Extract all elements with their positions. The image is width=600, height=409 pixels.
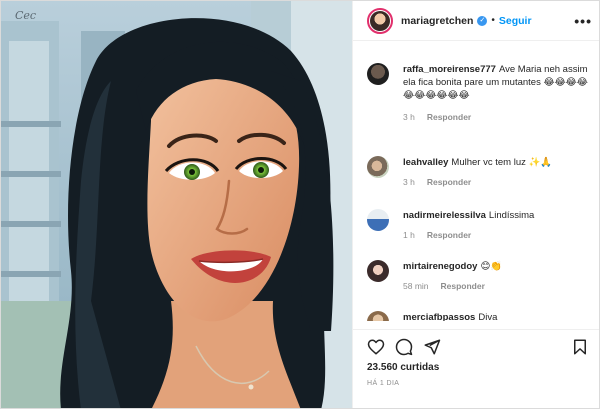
signature-watermark: Cec <box>15 9 36 22</box>
comment-item: mirtairenegodoy 😊👏 58 min Responder <box>367 260 593 291</box>
post-timestamp: HÁ 1 DIA <box>367 380 400 387</box>
comment-text: Mulher vc tem luz ✨🙏 <box>451 157 553 168</box>
comment-item: nadirmeirelessilva Lindíssima 1 h Responde… <box>367 209 593 240</box>
follow-button[interactable]: Seguir <box>499 15 532 27</box>
post-header: mariagretchen ✓ • Seguir ••• <box>353 1 599 41</box>
profile-avatar[interactable] <box>367 7 393 34</box>
comment-time: 58 min <box>403 281 429 291</box>
commenter-avatar[interactable] <box>367 209 389 231</box>
comment-item: merciafbpassos Diva <box>367 311 593 321</box>
comment-time: 3 h <box>403 177 415 187</box>
comment-username[interactable]: mirtairenegodoy <box>403 261 477 272</box>
comment-username[interactable]: merciafbpassos <box>403 312 475 321</box>
comments-panel: mariagretchen ✓ • Seguir ••• raffa_morei… <box>352 1 599 408</box>
portrait-illustration: Cec <box>1 1 352 408</box>
verified-badge-icon: ✓ <box>477 15 488 26</box>
comment-username[interactable]: raffa_moreirense777 <box>403 64 496 75</box>
likes-count[interactable]: 23.560 curtidas <box>367 362 439 373</box>
bookmark-icon[interactable] <box>571 338 589 356</box>
comment-username[interactable]: nadirmeirelessilva <box>403 210 486 221</box>
comment-time: 1 h <box>403 230 415 240</box>
reply-button[interactable]: Responder <box>427 230 471 240</box>
commenter-avatar[interactable] <box>367 156 389 178</box>
comment-item: raffa_moreirense777 Ave Maria neh assim e… <box>367 63 593 122</box>
comment-username[interactable]: leahvalley <box>403 157 448 168</box>
more-options-icon[interactable]: ••• <box>574 13 592 29</box>
author-username[interactable]: mariagretchen <box>401 15 473 27</box>
action-bar <box>353 329 599 361</box>
comment-icon[interactable] <box>395 338 413 356</box>
post-image[interactable]: Cec <box>1 1 352 408</box>
commenter-avatar[interactable] <box>367 63 389 85</box>
comment-text: Lindíssima <box>488 210 535 221</box>
commenter-avatar[interactable] <box>367 260 389 282</box>
comment-text: Diva <box>478 312 498 321</box>
comment-text: 😊👏 <box>480 261 503 272</box>
instagram-post: Cec mariagretchen ✓ • Seguir ••• raffa_m… <box>0 0 600 409</box>
heart-icon[interactable] <box>367 338 385 356</box>
commenter-avatar[interactable] <box>367 311 389 321</box>
reply-button[interactable]: Responder <box>427 112 471 122</box>
reply-button[interactable]: Responder <box>427 177 471 187</box>
reply-button[interactable]: Responder <box>441 281 485 291</box>
comment-list: raffa_moreirense777 Ave Maria neh assim e… <box>353 51 599 321</box>
share-icon[interactable] <box>423 338 441 356</box>
comment-item: leahvalley Mulher vc tem luz ✨🙏 3 h Respon… <box>367 156 593 187</box>
header-separator: • <box>491 15 495 26</box>
comment-time: 3 h <box>403 112 415 122</box>
